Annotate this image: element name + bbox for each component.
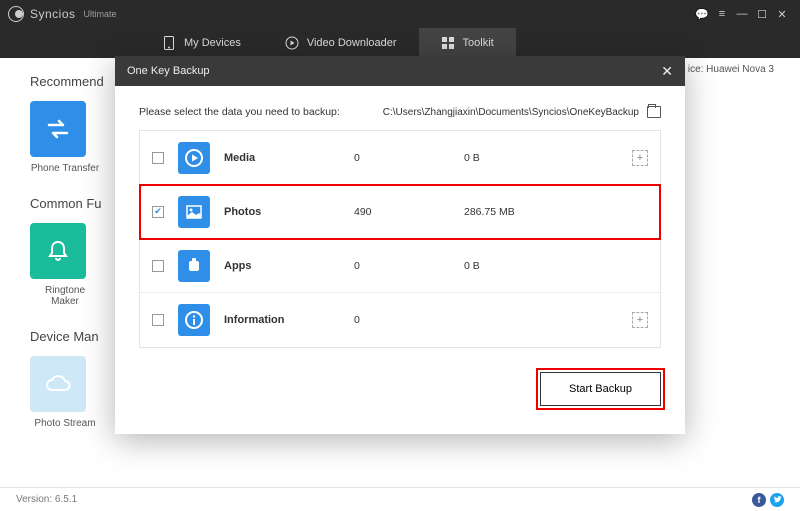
row-apps: Apps 0 0 B [140, 239, 660, 293]
row-size: 0 B [464, 260, 648, 272]
checkbox-photos[interactable]: ✔ [152, 206, 164, 218]
row-name: Media [224, 152, 354, 164]
expand-icon[interactable]: + [632, 312, 648, 328]
row-count: 0 [354, 260, 464, 272]
row-information: Information 0 + [140, 293, 660, 347]
row-size: 0 B [464, 152, 632, 164]
modal-footer: Start Backup [115, 356, 685, 434]
checkbox-media[interactable] [152, 152, 164, 164]
modal-header: One Key Backup ✕ [115, 56, 685, 86]
row-name: Photos [224, 206, 354, 218]
one-key-backup-modal: One Key Backup ✕ Please select the data … [115, 56, 685, 434]
expand-icon[interactable]: + [632, 150, 648, 166]
row-count: 490 [354, 206, 464, 218]
row-name: Information [224, 314, 354, 326]
row-count: 0 [354, 314, 464, 326]
modal-body: Please select the data you need to backu… [115, 86, 685, 356]
information-icon [178, 304, 210, 336]
row-count: 0 [354, 152, 464, 164]
backup-data-list: Media 0 0 B + ✔ Photos 490 286.75 MB [139, 130, 661, 348]
instruction-text: Please select the data you need to backu… [139, 106, 340, 118]
photos-icon [178, 196, 210, 228]
folder-icon[interactable] [647, 106, 661, 118]
row-name: Apps [224, 260, 354, 272]
row-photos: ✔ Photos 490 286.75 MB [140, 185, 660, 239]
close-icon[interactable]: ✕ [661, 63, 673, 80]
modal-title: One Key Backup [127, 65, 210, 77]
apps-icon [178, 250, 210, 282]
instruction-row: Please select the data you need to backu… [139, 106, 661, 118]
row-size: 286.75 MB [464, 206, 648, 218]
start-backup-button[interactable]: Start Backup [540, 372, 661, 406]
row-media: Media 0 0 B + [140, 131, 660, 185]
checkbox-information[interactable] [152, 314, 164, 326]
media-icon [178, 142, 210, 174]
checkbox-apps[interactable] [152, 260, 164, 272]
backup-path: C:\Users\Zhangjiaxin\Documents\Syncios\O… [383, 107, 639, 118]
modal-backdrop: One Key Backup ✕ Please select the data … [0, 0, 800, 511]
